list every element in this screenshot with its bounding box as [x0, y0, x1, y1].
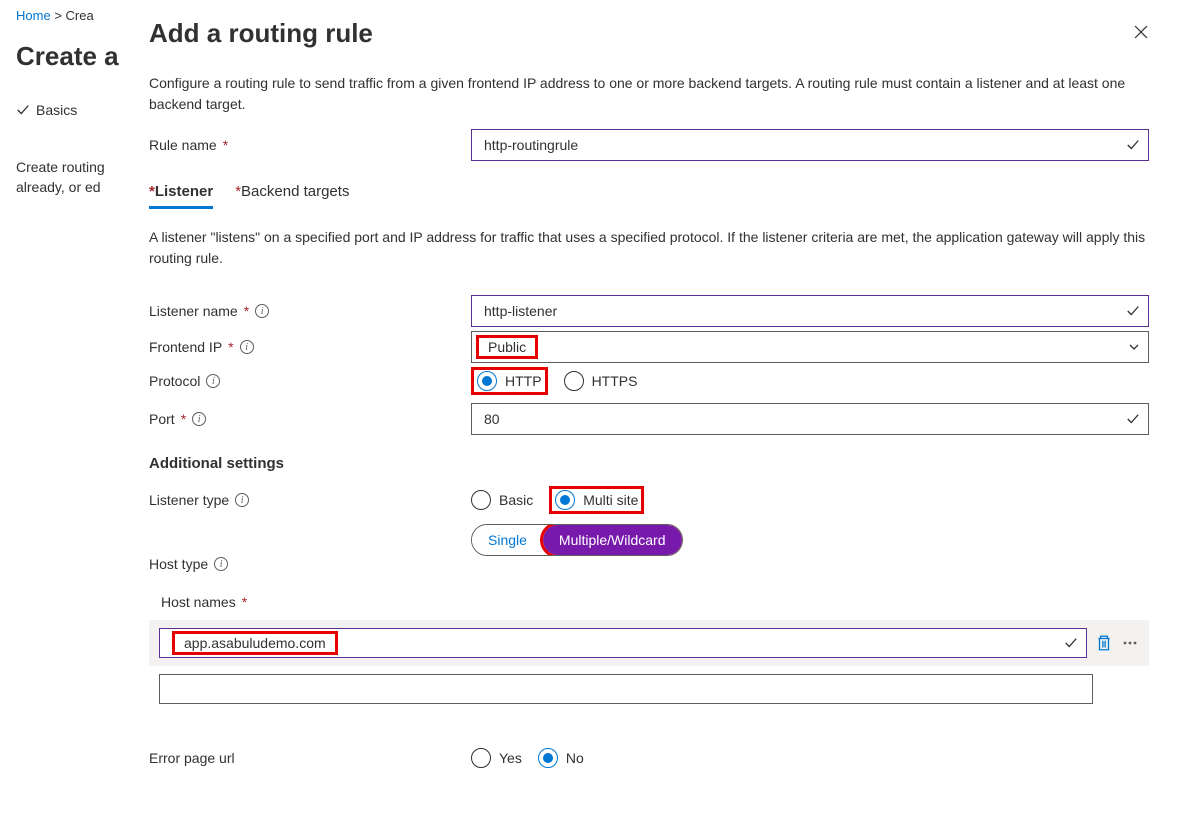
info-icon[interactable]: i — [240, 340, 254, 354]
listener-type-multisite-radio[interactable]: Multi site — [555, 490, 638, 510]
info-icon[interactable]: i — [206, 374, 220, 388]
host-type-label: Host type — [149, 556, 208, 572]
error-page-yes-radio[interactable]: Yes — [471, 748, 522, 768]
rule-name-input[interactable]: http-routingrule — [471, 129, 1149, 161]
error-page-no-radio[interactable]: No — [538, 748, 584, 768]
close-icon — [1133, 24, 1149, 40]
more-options-button[interactable] — [1121, 634, 1139, 652]
listener-name-label: Listener name — [149, 303, 238, 319]
protocol-radio-group: HTTP HTTPS — [471, 367, 1149, 395]
chevron-down-icon — [1128, 341, 1140, 353]
delete-hostname-button[interactable] — [1095, 634, 1113, 652]
port-input[interactable]: 80 — [471, 403, 1149, 435]
breadcrumb-home[interactable]: Home — [16, 8, 51, 23]
protocol-label: Protocol — [149, 373, 200, 389]
listener-description: A listener "listens" on a specified port… — [149, 227, 1149, 269]
additional-settings-heading: Additional settings — [149, 455, 1149, 472]
info-icon[interactable]: i — [255, 304, 269, 318]
host-names-label: Host names — [161, 594, 236, 610]
protocol-http-radio[interactable]: HTTP — [477, 371, 542, 391]
breadcrumb: Home > Crea — [16, 8, 120, 23]
page-title: Create a — [16, 41, 120, 72]
left-description: Create routing already, or ed — [16, 158, 120, 197]
listener-name-input[interactable]: http-listener — [471, 295, 1149, 327]
breadcrumb-create[interactable]: Crea — [66, 8, 94, 23]
listener-type-radio-group: Basic Multi site — [471, 486, 1149, 514]
check-icon — [1064, 636, 1078, 650]
host-type-multiple[interactable]: Multiple/Wildcard — [543, 525, 682, 555]
info-icon[interactable]: i — [214, 557, 228, 571]
port-label: Port — [149, 411, 175, 427]
error-page-url-label: Error page url — [149, 750, 235, 766]
info-icon[interactable]: i — [235, 493, 249, 507]
protocol-https-radio[interactable]: HTTPS — [564, 371, 638, 391]
step-basics[interactable]: Basics — [16, 102, 120, 118]
tab-listener[interactable]: *Listener — [149, 183, 213, 209]
panel-title: Add a routing rule — [149, 18, 1149, 49]
error-page-radio-group: Yes No — [471, 748, 1149, 768]
rule-name-label: Rule name — [149, 137, 217, 153]
host-type-single[interactable]: Single — [472, 525, 543, 555]
panel-description: Configure a routing rule to send traffic… — [149, 73, 1149, 115]
hostname-input-1[interactable] — [159, 674, 1093, 704]
frontend-ip-label: Frontend IP — [149, 339, 222, 355]
check-icon — [16, 103, 30, 117]
check-icon — [1126, 304, 1140, 318]
hostnames-row: app.asabuludemo.com — [149, 620, 1149, 666]
check-icon — [1126, 412, 1140, 426]
host-type-toggle: Single Multiple/Wildcard — [471, 524, 683, 556]
frontend-ip-select[interactable]: Public — [471, 331, 1149, 363]
listener-type-label: Listener type — [149, 492, 229, 508]
info-icon[interactable]: i — [192, 412, 206, 426]
check-icon — [1126, 138, 1140, 152]
hostname-input-0[interactable]: app.asabuludemo.com — [159, 628, 1087, 658]
close-button[interactable] — [1129, 20, 1153, 44]
tab-backend-targets[interactable]: *Backend targets — [235, 183, 349, 209]
listener-type-basic-radio[interactable]: Basic — [471, 490, 533, 510]
